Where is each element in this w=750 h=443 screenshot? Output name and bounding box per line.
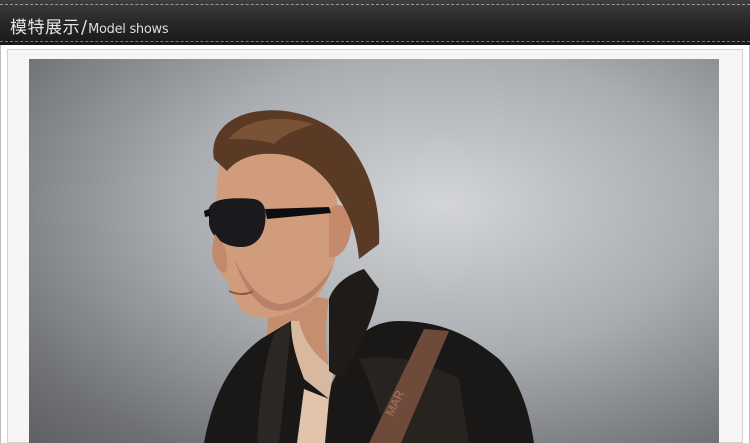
section-title: 模特展示 / Model shows bbox=[10, 13, 169, 38]
model-illustration: MAR bbox=[204, 110, 534, 443]
section-title-chinese: 模特展示 bbox=[10, 18, 80, 38]
section-title-english: Model shows bbox=[88, 22, 169, 37]
model-photo: MAR bbox=[29, 59, 719, 443]
section-header: 模特展示 / Model shows bbox=[0, 0, 750, 45]
header-dashed-line-bottom bbox=[0, 41, 750, 42]
section-title-separator: / bbox=[81, 17, 88, 38]
header-dashed-line-top bbox=[0, 4, 750, 5]
